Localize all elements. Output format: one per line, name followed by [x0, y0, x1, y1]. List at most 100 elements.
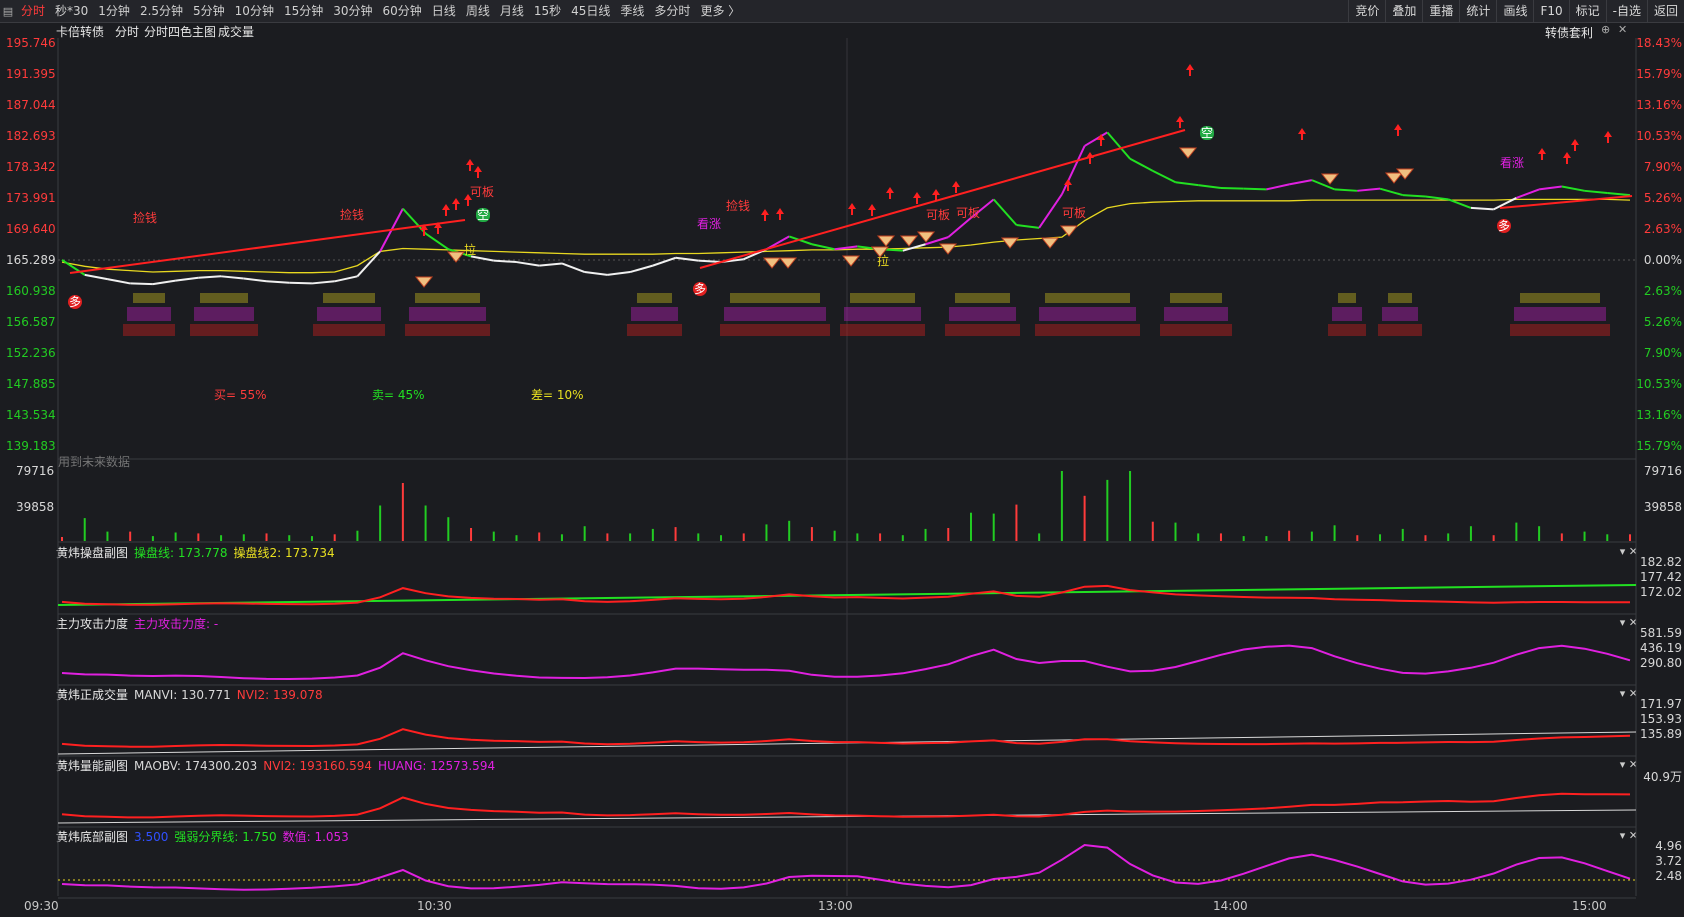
up-arrow-icon — [474, 166, 482, 178]
price-line-segment — [561, 262, 586, 273]
keban-label: 可板 — [926, 208, 950, 222]
up-arrow-icon — [466, 159, 474, 171]
price-line-segment — [425, 232, 449, 251]
up-arrow-icon — [1097, 134, 1105, 146]
ratio-block-yellow — [955, 293, 1010, 303]
obv-nvi2-line — [61, 792, 1631, 819]
price-line-segment — [698, 259, 722, 264]
ratio-block-yellow — [637, 293, 672, 303]
kong-label: 空 — [477, 208, 489, 222]
ratio-block-yellow — [415, 293, 480, 303]
la-label: 拉 — [464, 242, 476, 257]
ratio-block-purple — [844, 307, 921, 321]
nvi2-line — [61, 728, 1631, 748]
up-arrow-icon — [1298, 128, 1306, 140]
price-line-segment — [334, 275, 358, 283]
ratio-block-red — [123, 324, 175, 336]
ratio-block-purple — [1039, 307, 1136, 321]
price-line-segment — [947, 217, 972, 238]
price-line-segment — [1334, 188, 1358, 192]
price-line-segment — [1152, 169, 1176, 184]
price-line-segment — [175, 276, 199, 282]
price-line-segment — [1016, 224, 1040, 229]
price-line-segment — [107, 278, 131, 285]
price-line-segment — [652, 256, 676, 267]
up-arrow-icon — [1394, 124, 1402, 136]
jianqian-label: 捡钱 — [726, 198, 750, 213]
price-line-segment — [1243, 187, 1267, 191]
price-line-segment — [584, 271, 608, 276]
price-line-segment — [289, 281, 313, 285]
up-arrow-icon — [868, 204, 876, 216]
ratio-block-purple — [1164, 307, 1228, 321]
price-line-segment — [1220, 186, 1244, 190]
price-line-segment — [220, 275, 244, 280]
ratio-block-purple — [949, 307, 1016, 321]
diamond-marker-icon — [1059, 225, 1079, 237]
price-line-segment — [311, 280, 335, 285]
up-arrow-icon — [886, 187, 894, 199]
ratio-block-yellow — [133, 293, 165, 303]
price-line-segment — [1357, 187, 1381, 192]
diamond-marker-icon — [778, 257, 798, 269]
price-line-segment — [607, 271, 631, 276]
price-line-segment — [1038, 193, 1063, 229]
average-price-line — [61, 198, 1631, 274]
price-line-segment — [1538, 185, 1562, 191]
ratio-block-purple — [1382, 307, 1418, 321]
ratio-block-purple — [317, 307, 381, 321]
price-line-segment — [1516, 188, 1540, 199]
price-line-segment — [1060, 145, 1086, 195]
price-line-segment — [629, 264, 654, 273]
up-arrow-icon — [776, 208, 784, 220]
ratio-block-yellow — [1520, 293, 1600, 303]
price-line-segment — [130, 282, 153, 286]
up-arrow-icon — [761, 209, 769, 221]
ratio-block-yellow — [323, 293, 375, 303]
trend-line — [1499, 195, 1633, 209]
ratio-block-red — [1378, 324, 1422, 336]
kanzhang-label: 看涨 — [1500, 155, 1524, 170]
duo-label: 多 — [1498, 219, 1510, 233]
ratio-block-red — [190, 324, 258, 336]
up-arrow-icon — [952, 181, 960, 193]
up-arrow-icon — [1176, 116, 1184, 128]
ratio-block-yellow — [200, 293, 248, 303]
ratio-block-red — [1160, 324, 1232, 336]
price-line-segment — [84, 273, 108, 281]
price-line-segment — [198, 275, 222, 279]
ratio-block-purple — [1332, 307, 1362, 321]
price-line-segment — [992, 198, 1018, 226]
diamond-marker-icon — [446, 251, 466, 263]
ratio-block-purple — [127, 307, 171, 321]
ratio-block-purple — [724, 307, 826, 321]
price-line-segment — [1470, 206, 1494, 211]
up-arrow-icon — [1563, 152, 1571, 164]
diamond-marker-icon — [876, 235, 896, 247]
price-line-segment — [516, 261, 540, 267]
diamond-marker-icon — [414, 276, 434, 288]
ratio-block-yellow — [1045, 293, 1130, 303]
diamond-marker-icon — [1000, 237, 1020, 249]
diamond-marker-icon — [1320, 173, 1340, 185]
price-line-segment — [1175, 181, 1199, 187]
ratio-block-red — [720, 324, 830, 336]
attack-strength-line — [61, 644, 1631, 681]
up-arrow-icon — [1604, 131, 1612, 143]
ratio-block-purple — [194, 307, 254, 321]
ratio-block-red — [313, 324, 385, 336]
price-line-segment — [1129, 157, 1154, 172]
diamond-marker-icon — [916, 231, 936, 243]
diamond-marker-icon — [762, 257, 782, 269]
price-line-segment — [1402, 194, 1426, 198]
up-arrow-icon — [1186, 64, 1194, 76]
jianqian-label: 捡钱 — [340, 207, 364, 222]
keban-label: 可板 — [1062, 206, 1086, 220]
diamond-marker-icon — [1040, 237, 1060, 249]
price-line-segment — [1198, 184, 1222, 189]
jianqian-label: 捡钱 — [133, 210, 157, 225]
up-arrow-icon — [1538, 148, 1546, 160]
price-line-segment — [243, 277, 267, 283]
up-arrow-icon — [452, 198, 460, 210]
keban-label: 可板 — [956, 206, 980, 220]
